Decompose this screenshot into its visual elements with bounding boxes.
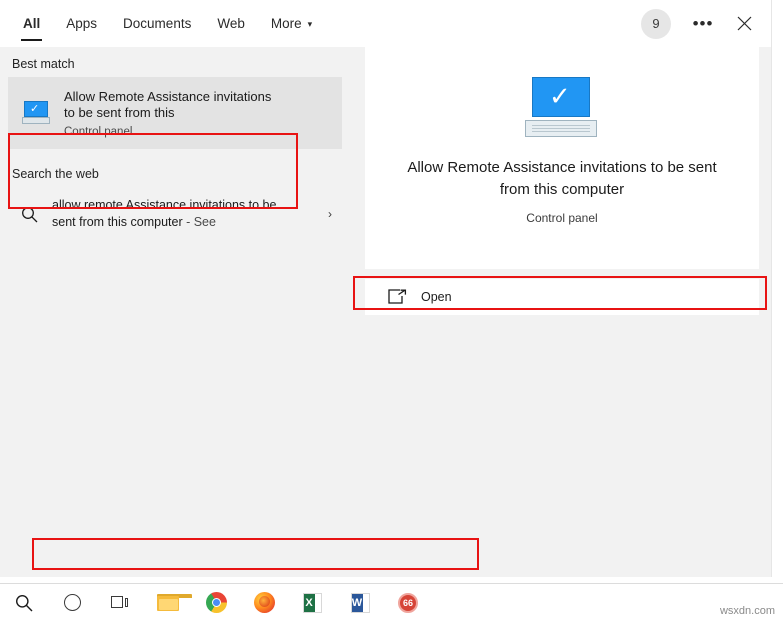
- best-match-title: Allow Remote Assistance invitations to b…: [64, 88, 272, 120]
- search-filter-tabs: All Apps Documents Web More ▾: [0, 0, 325, 47]
- close-icon[interactable]: [721, 0, 767, 47]
- tab-apps[interactable]: Apps: [53, 0, 110, 47]
- web-search-query: allow remote Assistance invitations to b…: [52, 198, 277, 229]
- avatar[interactable]: 9: [641, 8, 671, 39]
- search-topbar: All Apps Documents Web More ▾ 9 •••: [0, 0, 771, 47]
- flyout-right-edge: [771, 0, 783, 577]
- tab-apps-label: Apps: [66, 16, 98, 31]
- excel-letter: X: [303, 593, 315, 612]
- tab-all-label: All: [23, 16, 41, 31]
- remote-assistance-icon: ✓: [22, 100, 52, 126]
- web-search-text: allow remote Assistance invitations to b…: [52, 197, 297, 231]
- search-web-heading: Search the web: [12, 167, 99, 181]
- best-match-subtitle: Control panel: [64, 125, 133, 138]
- chevron-right-icon[interactable]: ›: [328, 207, 332, 221]
- screen: All Apps Documents Web More ▾ 9 ••• Best…: [0, 0, 783, 621]
- tab-web[interactable]: Web: [204, 0, 258, 47]
- web-search-see: - See: [182, 215, 216, 229]
- open-icon: [387, 289, 407, 305]
- windows-search-flyout: All Apps Documents Web More ▾ 9 ••• Best…: [0, 0, 771, 577]
- taskbar-cortana-icon[interactable]: [48, 584, 96, 622]
- ccleaner-badge: 66: [398, 592, 418, 613]
- tab-more-label: More: [270, 16, 302, 31]
- preview-column: ✓ Allow Remote Assistance invitations to…: [352, 47, 771, 577]
- taskbar: X W 66 wsxdn.com: [0, 583, 783, 621]
- taskbar-microsoft-word-icon[interactable]: W: [336, 584, 384, 622]
- best-match-text: Allow Remote Assistance invitations to b…: [64, 89, 284, 138]
- taskbar-file-explorer-icon[interactable]: [144, 584, 192, 622]
- web-search-result[interactable]: allow remote Assistance invitations to b…: [8, 187, 344, 241]
- best-match-heading: Best match: [12, 57, 75, 71]
- open-action-row[interactable]: Open: [365, 279, 759, 315]
- tab-more[interactable]: More ▾: [258, 0, 325, 47]
- results-column: Best match ✓ Allow Remote Assistance inv…: [0, 47, 352, 577]
- tab-all[interactable]: All: [10, 0, 53, 47]
- taskbar-search-icon[interactable]: [0, 584, 48, 622]
- topbar-right-controls: 9 •••: [641, 0, 771, 47]
- preview-subtitle: Control panel: [526, 211, 598, 225]
- more-options-icon[interactable]: •••: [685, 0, 721, 47]
- word-letter: W: [351, 593, 363, 612]
- tab-documents-label: Documents: [123, 16, 192, 31]
- taskbar-task-view-icon[interactable]: [96, 584, 144, 622]
- taskbar-ccleaner-icon[interactable]: 66: [384, 584, 432, 622]
- preview-card: ✓ Allow Remote Assistance invitations to…: [365, 47, 759, 269]
- search-icon: [14, 206, 44, 223]
- taskbar-mozilla-firefox-icon[interactable]: [240, 584, 288, 622]
- open-label: Open: [421, 290, 452, 304]
- watermark: wsxdn.com: [719, 605, 775, 617]
- tab-documents[interactable]: Documents: [110, 0, 204, 47]
- taskbar-google-chrome-icon[interactable]: [192, 584, 240, 622]
- taskbar-microsoft-excel-icon[interactable]: X: [288, 584, 336, 622]
- chevron-down-icon: ▾: [307, 19, 313, 29]
- tab-web-label: Web: [217, 16, 245, 31]
- preview-title: Allow Remote Assistance invitations to b…: [407, 159, 717, 198]
- remote-assistance-large-icon: ✓: [525, 77, 599, 139]
- best-match-result[interactable]: ✓ Allow Remote Assistance invitations to…: [8, 77, 342, 149]
